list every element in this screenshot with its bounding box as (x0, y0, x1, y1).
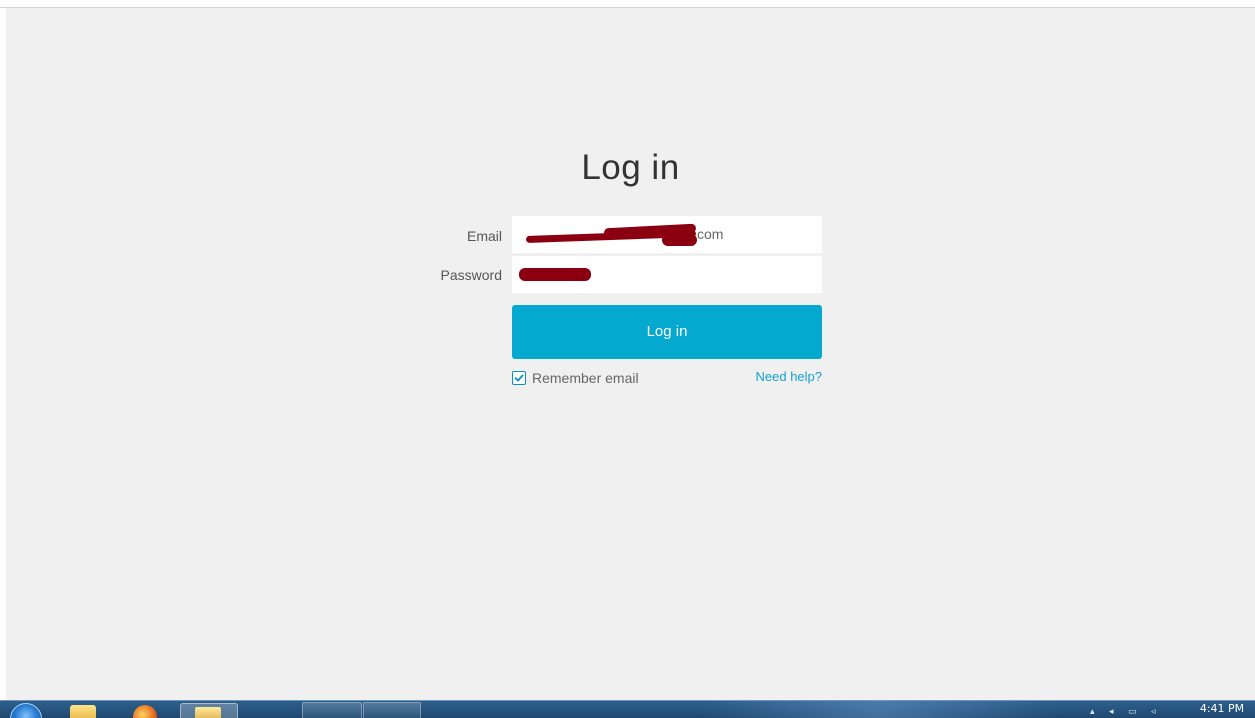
need-help-link[interactable]: Need help? (722, 369, 823, 384)
login-button[interactable]: Log in (512, 305, 822, 359)
email-value-tail: com (697, 226, 724, 242)
top-border (0, 0, 1255, 8)
password-redaction (519, 268, 591, 281)
taskbar-glow (700, 701, 1060, 718)
taskbar-window-button[interactable] (363, 702, 421, 718)
page-title: Log in (581, 148, 680, 187)
checkmark-icon (514, 374, 524, 382)
login-page: Log in Email com Password Log in Remembe… (6, 8, 1255, 700)
password-field[interactable] (512, 256, 822, 293)
email-redaction-3 (662, 234, 697, 246)
email-field[interactable]: com (512, 216, 822, 253)
windows-start-icon[interactable] (10, 703, 42, 718)
app-icon (195, 707, 221, 718)
screen: Log in Email com Password Log in Remembe… (0, 0, 1255, 718)
firefox-icon[interactable] (133, 705, 157, 718)
taskbar: ▴ ◂ ▭ ◃ 4:41 PM (0, 700, 1255, 718)
taskbar-window-button[interactable] (302, 702, 362, 718)
remember-email-toggle[interactable]: Remember email (512, 369, 639, 387)
system-tray-icons[interactable]: ▴ ◂ ▭ ◃ (1090, 706, 1162, 717)
password-label: Password (440, 267, 502, 283)
email-label: Email (466, 228, 502, 244)
remember-label: Remember email (532, 370, 639, 386)
taskbar-clock[interactable]: 4:41 PM (1192, 702, 1252, 715)
remember-checkbox[interactable] (512, 371, 526, 385)
taskbar-app-button[interactable] (180, 703, 238, 718)
folder-icon[interactable] (70, 705, 96, 718)
